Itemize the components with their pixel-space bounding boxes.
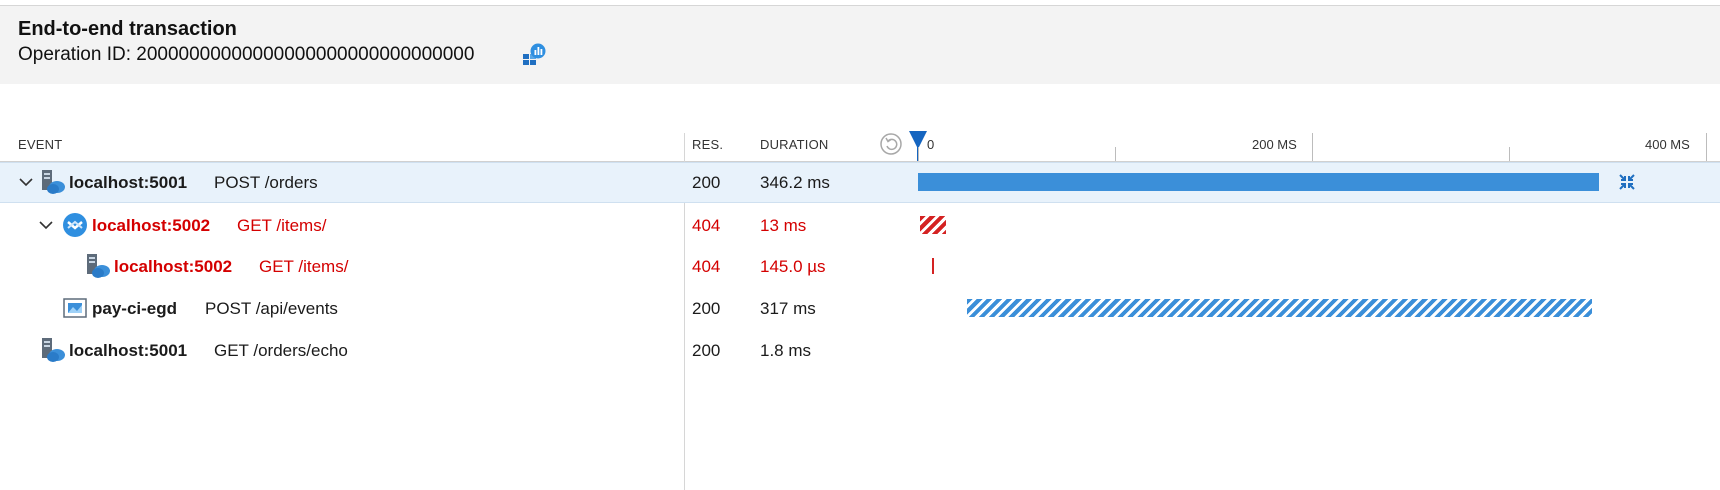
app-server-icon xyxy=(42,338,65,362)
event-host: localhost:5001 xyxy=(69,341,188,360)
result-code: 404 xyxy=(692,216,721,235)
column-header-event[interactable]: EVENT xyxy=(18,137,62,152)
tick-label-0: 0 xyxy=(927,137,935,152)
collapse-icon[interactable] xyxy=(1618,173,1636,191)
event-duration: 145.0 µs xyxy=(760,257,826,276)
tick-mark xyxy=(1115,147,1116,162)
tick-mark xyxy=(1509,147,1510,162)
column-header-res[interactable]: RES. xyxy=(692,137,723,152)
event-operation: POST /api/events xyxy=(205,299,338,318)
event-duration: 317 ms xyxy=(760,299,816,318)
duration-bar[interactable] xyxy=(918,173,1599,191)
tick-mark xyxy=(1312,133,1313,162)
event-operation: GET /items/ xyxy=(259,257,349,276)
tick-label-400: 400 MS xyxy=(1645,137,1690,152)
event-grid-icon xyxy=(63,298,87,318)
tick-mark xyxy=(918,147,919,162)
app-server-icon xyxy=(87,254,110,278)
event-duration: 13 ms xyxy=(760,216,807,235)
event-host: pay-ci-egd xyxy=(92,299,178,318)
event-operation: GET /items/ xyxy=(237,216,327,235)
duration-bar[interactable] xyxy=(932,258,934,274)
column-header-duration[interactable]: DURATION xyxy=(760,137,829,152)
duration-bar[interactable] xyxy=(920,216,946,234)
application-map-icon[interactable] xyxy=(522,42,546,66)
service-bus-icon xyxy=(63,213,87,237)
event-operation: POST /orders xyxy=(214,173,318,192)
tick-label-200: 200 MS xyxy=(1252,137,1297,152)
event-host: localhost:5002 xyxy=(92,216,211,235)
transaction-row[interactable]: localhost:5001 POST /orders 200 346.2 ms xyxy=(0,162,1720,203)
reset-zoom-icon[interactable] xyxy=(880,133,902,155)
transaction-row[interactable]: pay-ci-egd POST /api/events 200 317 ms xyxy=(0,288,1720,329)
page-title: End-to-end transaction xyxy=(18,18,237,40)
transaction-header: End-to-end transaction Operation ID: 200… xyxy=(0,5,1720,84)
event-host: localhost:5001 xyxy=(69,173,188,192)
event-duration: 346.2 ms xyxy=(760,173,830,192)
chevron-down-icon[interactable] xyxy=(19,175,33,189)
event-host: localhost:5002 xyxy=(114,257,233,276)
result-code: 200 xyxy=(692,173,721,192)
app-server-icon xyxy=(42,170,65,194)
result-code: 200 xyxy=(692,341,721,360)
event-operation: GET /orders/echo xyxy=(214,341,348,360)
operation-id: Operation ID: 20000000000000000000000000… xyxy=(18,44,475,65)
result-code: 404 xyxy=(692,257,721,276)
transaction-row[interactable]: localhost:5001 GET /orders/echo 200 1.8 … xyxy=(0,330,1720,371)
duration-bar[interactable] xyxy=(967,299,1592,317)
transaction-row[interactable]: localhost:5002 GET /items/ 404 145.0 µs xyxy=(0,246,1720,287)
tick-mark xyxy=(1706,133,1707,162)
event-duration: 1.8 ms xyxy=(760,341,812,360)
result-code: 200 xyxy=(692,299,721,318)
chevron-down-icon[interactable] xyxy=(39,218,53,232)
transaction-row[interactable]: localhost:5002 GET /items/ 404 13 ms xyxy=(0,205,1720,246)
